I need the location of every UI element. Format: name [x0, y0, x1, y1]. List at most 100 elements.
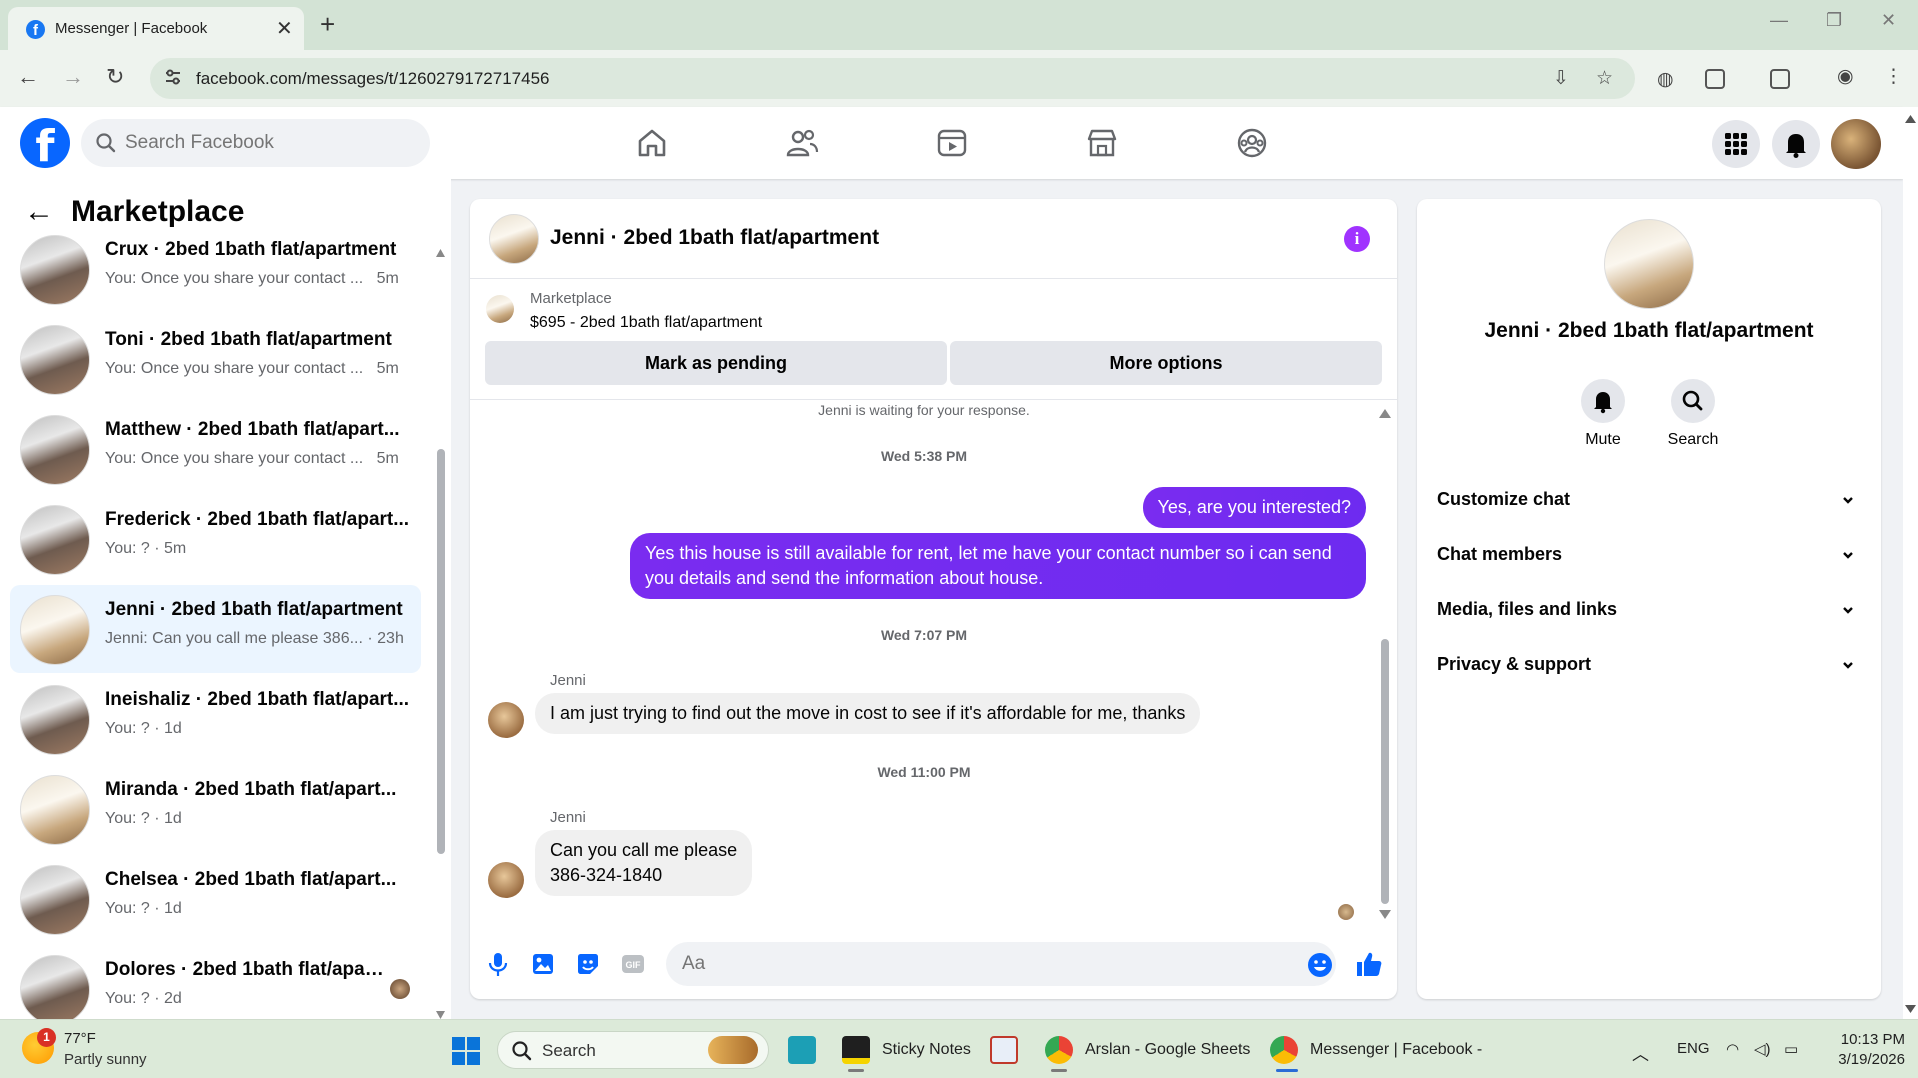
volume-icon[interactable]: ◁)	[1754, 1040, 1771, 1058]
conversation-item-active[interactable]: Jenni · 2bed 1bath flat/apartment Jenni:…	[10, 585, 421, 673]
info-icon[interactable]: i	[1344, 226, 1370, 252]
scrollbar-thumb[interactable]	[1381, 639, 1389, 904]
conversation-item[interactable]: Crux · 2bed 1bath flat/apartment You: On…	[10, 225, 421, 313]
chevron-up-icon[interactable]: ︿	[1632, 1040, 1649, 1065]
system-clock[interactable]: 10:13 PM 3/19/2026	[1825, 1030, 1905, 1070]
weather-condition[interactable]: Partly sunny	[64, 1051, 147, 1068]
conversation-item[interactable]: Chelsea · 2bed 1bath flat/apart... You: …	[10, 855, 421, 943]
incoming-message[interactable]: I am just trying to find out the move in…	[535, 693, 1201, 734]
scroll-down-icon[interactable]	[1379, 910, 1391, 919]
mute-button[interactable]	[1581, 379, 1625, 423]
contact-avatar[interactable]	[1604, 219, 1694, 309]
listing-thumbnail[interactable]	[486, 295, 514, 323]
taskbar-search[interactable]: Search	[497, 1031, 769, 1069]
taskbar-app-messenger[interactable]: Messenger | Facebook -	[1270, 1031, 1482, 1072]
new-tab-button[interactable]: +	[320, 9, 335, 40]
chrome-menu-icon[interactable]: ⋮	[1884, 65, 1903, 88]
taskbar-app-google-sheets[interactable]: Arslan - Google Sheets	[1045, 1031, 1250, 1072]
conversation-item[interactable]: Matthew · 2bed 1bath flat/apart... You: …	[10, 405, 421, 493]
wifi-icon[interactable]: ◠	[1726, 1040, 1739, 1058]
url-text[interactable]: facebook.com/messages/t/1260279172717456	[196, 69, 549, 89]
chat-scrollbar[interactable]	[1378, 409, 1391, 919]
install-app-icon[interactable]: ⇩	[1553, 67, 1569, 90]
extensions-icon[interactable]	[1705, 69, 1725, 89]
more-options-button[interactable]: More options	[950, 341, 1382, 385]
conversation-item[interactable]: Toni · 2bed 1bath flat/apartment You: On…	[10, 315, 421, 403]
sender-avatar[interactable]	[488, 862, 524, 898]
browser-tab-strip: f Messenger | Facebook ✕ + — ❐ ✕	[0, 0, 1918, 50]
search-conversation-button[interactable]	[1671, 379, 1715, 423]
minimize-icon[interactable]: —	[1770, 10, 1788, 31]
thumbs-up-icon[interactable]	[1354, 949, 1384, 979]
conversation-item[interactable]: Frederick · 2bed 1bath flat/apart... You…	[10, 495, 421, 583]
taskbar-app-snipping[interactable]	[990, 1031, 1020, 1069]
taskbar-app-pen[interactable]	[788, 1031, 818, 1069]
scroll-up-icon[interactable]	[1379, 409, 1391, 418]
conversation-item[interactable]: Miranda · 2bed 1bath flat/apart... You: …	[10, 765, 421, 853]
chat-title[interactable]: Jenni · 2bed 1bath flat/apartment	[550, 226, 879, 250]
microphone-icon[interactable]	[485, 951, 511, 977]
incoming-message[interactable]: Can you call me please 386-324-1840	[535, 830, 753, 896]
reload-icon[interactable]: ↻	[106, 64, 124, 90]
listing-thumbnail	[20, 505, 90, 575]
chat-avatar[interactable]	[489, 214, 539, 264]
marketplace-icon[interactable]	[1084, 125, 1120, 161]
message-timestamp: Wed 5:38 PM	[880, 448, 968, 464]
tab-title: Messenger | Facebook	[55, 20, 208, 37]
video-icon[interactable]	[934, 125, 970, 161]
friends-icon[interactable]	[784, 125, 820, 161]
scrollbar-thumb[interactable]	[437, 449, 445, 854]
address-bar[interactable]: facebook.com/messages/t/1260279172717456…	[150, 58, 1635, 99]
scroll-down-icon[interactable]	[436, 1011, 445, 1019]
chat-members-row[interactable]: Chat members	[1437, 535, 1861, 575]
facebook-logo-icon[interactable]: f	[20, 118, 70, 168]
sender-avatar[interactable]	[488, 702, 524, 738]
notifications-button[interactable]	[1772, 120, 1820, 168]
close-window-icon[interactable]: ✕	[1881, 10, 1896, 31]
mark-as-pending-button[interactable]: Mark as pending	[485, 341, 947, 385]
scroll-up-icon[interactable]	[436, 249, 445, 257]
weather-temperature[interactable]: 77°F	[64, 1030, 96, 1047]
scroll-up-icon[interactable]	[1903, 113, 1918, 123]
home-icon[interactable]	[634, 125, 670, 161]
bookmark-star-icon[interactable]: ☆	[1596, 67, 1613, 90]
back-icon[interactable]: ←	[17, 64, 39, 90]
conversation-item[interactable]: Dolores · 2bed 1bath flat/apar... You: ?…	[10, 945, 421, 1019]
conversation-item[interactable]: Ineishaliz · 2bed 1bath flat/apart... Yo…	[10, 675, 421, 763]
tab-search-icon[interactable]	[1770, 69, 1790, 89]
media-files-links-row[interactable]: Media, files and links	[1437, 590, 1861, 630]
battery-icon[interactable]: ▭	[1784, 1040, 1798, 1058]
sidebar-scrollbar[interactable]	[436, 249, 445, 1019]
facebook-search[interactable]	[81, 119, 430, 167]
page-scrollbar[interactable]	[1903, 107, 1918, 1019]
taskbar-search-label: Search	[542, 1041, 596, 1060]
conversation-preview: You: ? · 2d	[105, 990, 182, 1007]
profile-icon[interactable]: ◉	[1837, 65, 1854, 88]
language-indicator[interactable]: ENG	[1677, 1040, 1710, 1057]
outgoing-message[interactable]: Yes, are you interested?	[1142, 487, 1366, 528]
listing-thumbnail	[20, 685, 90, 755]
restore-icon[interactable]: ❐	[1826, 10, 1842, 31]
photo-icon[interactable]	[530, 951, 556, 977]
browser-tab[interactable]: f Messenger | Facebook ✕	[8, 7, 304, 50]
site-settings-icon[interactable]	[164, 68, 182, 86]
account-avatar[interactable]	[1831, 119, 1881, 169]
customize-chat-row[interactable]: Customize chat	[1437, 480, 1861, 520]
taskbar-app-sticky-notes[interactable]: Sticky Notes	[842, 1031, 992, 1072]
privacy-support-row[interactable]: Privacy & support	[1437, 645, 1861, 685]
scroll-down-icon[interactable]	[1903, 1003, 1918, 1013]
close-tab-icon[interactable]: ✕	[276, 16, 293, 41]
gif-icon[interactable]: GIF	[620, 951, 646, 977]
outgoing-message[interactable]: Yes this house is still available for re…	[630, 533, 1366, 599]
emoji-icon[interactable]	[1306, 951, 1334, 979]
forward-icon[interactable]: →	[62, 64, 84, 90]
sticker-icon[interactable]	[575, 951, 601, 977]
groups-icon[interactable]	[1234, 125, 1270, 161]
search-input[interactable]	[125, 131, 415, 155]
menu-grid-button[interactable]	[1712, 120, 1760, 168]
message-input[interactable]	[666, 942, 1336, 986]
start-button[interactable]	[452, 1037, 480, 1065]
translate-icon[interactable]: ◍	[1657, 68, 1674, 91]
back-arrow-icon[interactable]: ←	[24, 195, 54, 229]
listing-price[interactable]: $695 - 2bed 1bath flat/apartment	[530, 314, 762, 332]
